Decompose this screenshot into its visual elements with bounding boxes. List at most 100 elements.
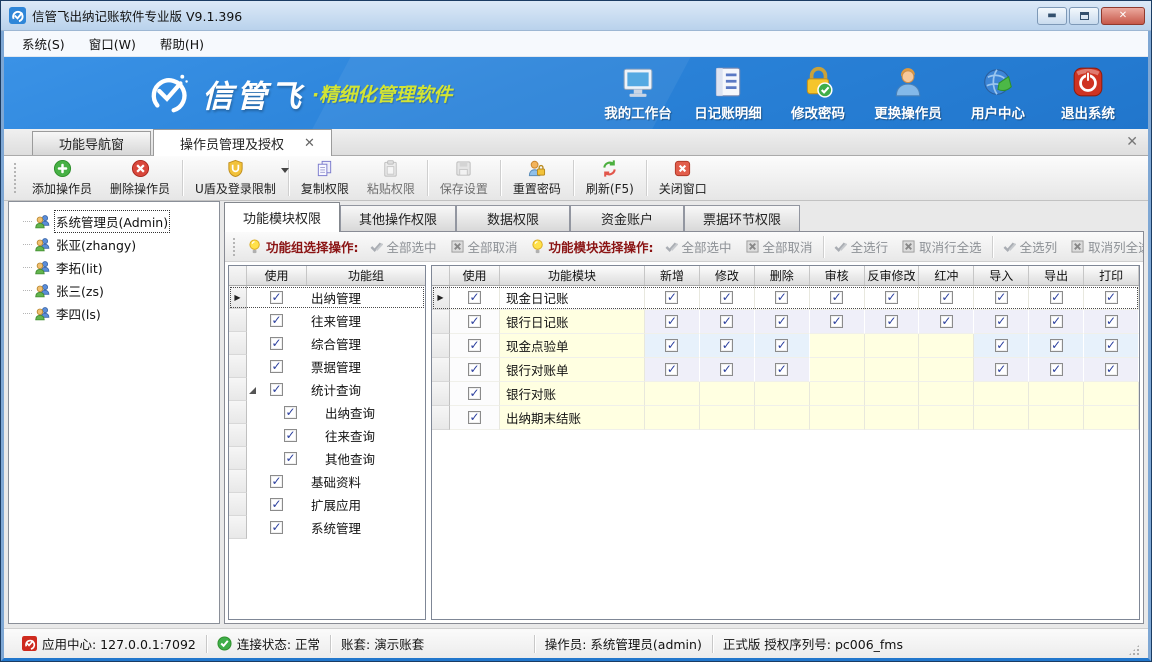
- ops-button-全部选中[interactable]: 全部选中: [658, 234, 739, 259]
- banner-action-用户中心[interactable]: 用户中心: [956, 65, 1040, 122]
- toolbar-button-删除操作员[interactable]: 删除操作员: [101, 156, 179, 200]
- column-header-use[interactable]: 使用: [247, 266, 307, 285]
- tree-item-2[interactable]: 李拓(lit): [19, 256, 219, 279]
- tree-expand-icon[interactable]: [249, 387, 256, 394]
- module-row-现金点验单[interactable]: ✓现金点验单✓✓✓✓✓✓: [432, 334, 1139, 358]
- group-row-其他查询[interactable]: ✓其他查询: [229, 447, 425, 470]
- checkbox[interactable]: ✓: [940, 315, 953, 328]
- banner-action-更换操作员[interactable]: 更换操作员: [866, 65, 950, 122]
- checkbox[interactable]: ✓: [284, 452, 297, 465]
- ops-button-取消列全选[interactable]: 取消列全选: [1064, 234, 1144, 259]
- group-row-系统管理[interactable]: ✓系统管理: [229, 516, 425, 539]
- checkbox[interactable]: ✓: [1050, 339, 1063, 352]
- toolbar-button-重置密码[interactable]: 重置密码: [504, 156, 570, 200]
- checkbox[interactable]: ✓: [468, 411, 481, 424]
- tree-item-1[interactable]: 张亚(zhangy): [19, 233, 219, 256]
- column-header-使用[interactable]: 使用: [450, 266, 500, 285]
- tree-item-4[interactable]: 李四(ls): [19, 302, 219, 325]
- toolbar-button-U盾及登录限制[interactable]: U盾及登录限制: [186, 156, 285, 200]
- column-header-打印[interactable]: 打印: [1084, 266, 1139, 285]
- module-row-银行对账[interactable]: ✓银行对账: [432, 382, 1139, 406]
- checkbox[interactable]: ✓: [720, 339, 733, 352]
- group-row-往来管理[interactable]: ✓往来管理: [229, 309, 425, 332]
- column-header-导出[interactable]: 导出: [1029, 266, 1084, 285]
- checkbox[interactable]: ✓: [720, 363, 733, 376]
- checkbox[interactable]: ✓: [1105, 315, 1118, 328]
- tree-item-0[interactable]: 系统管理员(Admin): [19, 210, 219, 233]
- group-row-基础资料[interactable]: ✓基础资料: [229, 470, 425, 493]
- checkbox[interactable]: ✓: [1050, 315, 1063, 328]
- dropdown-arrow-icon[interactable]: [281, 168, 289, 173]
- ops-button-取消行全选[interactable]: 取消行全选: [895, 234, 989, 259]
- checkbox[interactable]: ✓: [665, 315, 678, 328]
- checkbox[interactable]: ✓: [995, 363, 1008, 376]
- banner-action-退出系统[interactable]: 退出系统: [1046, 65, 1130, 122]
- checkbox[interactable]: ✓: [885, 315, 898, 328]
- checkbox[interactable]: ✓: [468, 291, 481, 304]
- menu-item-2[interactable]: 帮助(H): [148, 31, 216, 56]
- column-header-功能模块[interactable]: 功能模块: [500, 266, 645, 285]
- checkbox[interactable]: ✓: [1105, 363, 1118, 376]
- menu-item-1[interactable]: 窗口(W): [77, 31, 148, 56]
- checkbox[interactable]: ✓: [885, 291, 898, 304]
- checkbox[interactable]: ✓: [665, 363, 678, 376]
- checkbox[interactable]: ✓: [1050, 291, 1063, 304]
- checkbox[interactable]: ✓: [270, 360, 283, 373]
- checkbox[interactable]: ✓: [1105, 339, 1118, 352]
- resize-grip[interactable]: [1128, 644, 1140, 656]
- checkbox[interactable]: ✓: [995, 339, 1008, 352]
- checkbox[interactable]: ✓: [270, 291, 283, 304]
- checkbox[interactable]: ✓: [995, 315, 1008, 328]
- checkbox[interactable]: ✓: [830, 291, 843, 304]
- close-button[interactable]: ✕: [1101, 7, 1145, 25]
- checkbox[interactable]: ✓: [720, 291, 733, 304]
- group-row-综合管理[interactable]: ✓综合管理: [229, 332, 425, 355]
- checkbox[interactable]: ✓: [775, 291, 788, 304]
- ops-button-全选行[interactable]: 全选行: [827, 234, 896, 259]
- checkbox[interactable]: ✓: [940, 291, 953, 304]
- perm-tab-2[interactable]: 数据权限: [456, 205, 570, 231]
- checkbox[interactable]: ✓: [270, 475, 283, 488]
- tab-close-icon[interactable]: ✕: [300, 136, 319, 151]
- ops-button-全部选中[interactable]: 全部选中: [363, 234, 444, 259]
- perm-tab-4[interactable]: 票据环节权限: [684, 205, 800, 231]
- checkbox[interactable]: ✓: [270, 337, 283, 350]
- ops-button-全选列[interactable]: 全选列: [996, 234, 1065, 259]
- group-row-往来查询[interactable]: ✓往来查询: [229, 424, 425, 447]
- toolbar-button-刷新(F5)[interactable]: 刷新(F5): [577, 156, 643, 200]
- checkbox[interactable]: ✓: [468, 315, 481, 328]
- column-header-修改[interactable]: 修改: [700, 266, 755, 285]
- group-row-统计查询[interactable]: ✓统计查询: [229, 378, 425, 401]
- toolbar-button-复制权限[interactable]: 复制权限: [292, 156, 358, 200]
- checkbox[interactable]: ✓: [468, 387, 481, 400]
- checkbox[interactable]: ✓: [284, 429, 297, 442]
- toolbar-button-添加操作员[interactable]: 添加操作员: [23, 156, 101, 200]
- checkbox[interactable]: ✓: [284, 406, 297, 419]
- checkbox[interactable]: ✓: [665, 291, 678, 304]
- banner-action-修改密码[interactable]: 修改密码: [776, 65, 860, 122]
- checkbox[interactable]: ✓: [995, 291, 1008, 304]
- checkbox[interactable]: ✓: [1050, 363, 1063, 376]
- perm-tab-0[interactable]: 功能模块权限: [224, 202, 340, 232]
- toolbar-button-关闭窗口[interactable]: 关闭窗口: [650, 156, 716, 200]
- module-row-银行对账单[interactable]: ✓银行对账单✓✓✓✓✓✓: [432, 358, 1139, 382]
- checkbox[interactable]: ✓: [775, 339, 788, 352]
- column-header-删除[interactable]: 删除: [755, 266, 810, 285]
- column-header-新增[interactable]: 新增: [645, 266, 700, 285]
- module-row-银行日记账[interactable]: ✓银行日记账✓✓✓✓✓✓✓✓✓: [432, 310, 1139, 334]
- column-header-group[interactable]: 功能组: [307, 266, 425, 285]
- checkbox[interactable]: ✓: [270, 314, 283, 327]
- module-row-出纳期末结账[interactable]: ✓出纳期末结账: [432, 406, 1139, 430]
- tabstrip-close-icon[interactable]: ✕: [1126, 134, 1138, 150]
- checkbox[interactable]: ✓: [720, 315, 733, 328]
- checkbox[interactable]: ✓: [830, 315, 843, 328]
- group-row-出纳查询[interactable]: ✓出纳查询: [229, 401, 425, 424]
- column-header-红冲[interactable]: 红冲: [919, 266, 974, 285]
- checkbox[interactable]: ✓: [270, 383, 283, 396]
- main-tab-1[interactable]: 操作员管理及授权✕: [153, 129, 332, 156]
- module-row-现金日记账[interactable]: ▶✓现金日记账✓✓✓✓✓✓✓✓✓: [432, 286, 1139, 310]
- minimize-button[interactable]: ▬: [1037, 7, 1067, 25]
- checkbox[interactable]: ✓: [775, 363, 788, 376]
- column-header-审核[interactable]: 审核: [810, 266, 865, 285]
- checkbox[interactable]: ✓: [1105, 291, 1118, 304]
